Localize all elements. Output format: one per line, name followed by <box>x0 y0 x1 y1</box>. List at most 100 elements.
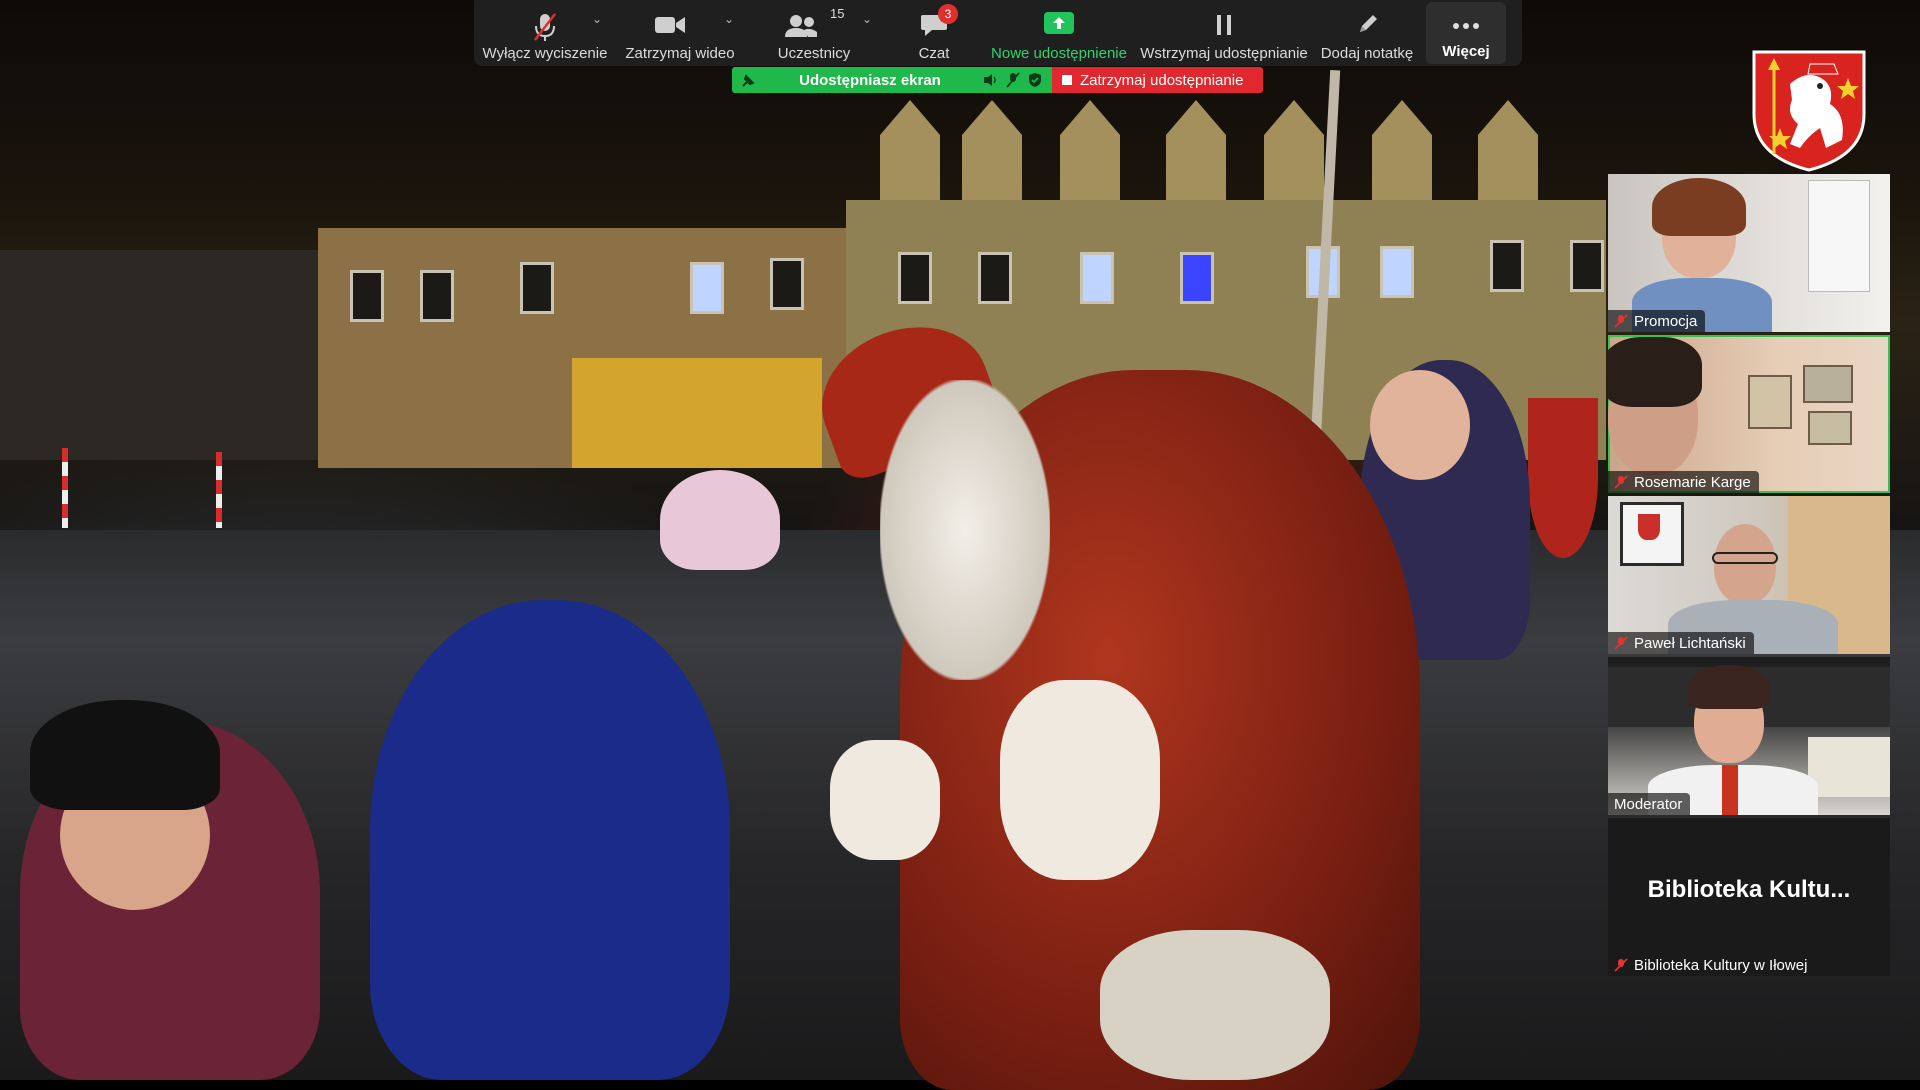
wall-picture <box>1748 375 1792 429</box>
window <box>350 270 384 322</box>
window <box>978 252 1012 304</box>
chat-unread-badge: 3 <box>938 4 958 24</box>
participant-caption: Paweł Lichtański <box>1608 632 1754 654</box>
microphone-muted-icon <box>1614 475 1628 489</box>
screen-share-status-bar[interactable]: Udostępniasz ekran <box>732 67 1052 93</box>
participant-gallery: Promocja Rosemarie Karge Paweł Lichtańsk… <box>1608 174 1892 979</box>
new-share-label: Nowe udostępnienie <box>991 45 1127 62</box>
more-button[interactable]: Więcej <box>1426 2 1506 64</box>
window <box>1080 252 1114 304</box>
participant-tile-moderator[interactable]: Moderator <box>1608 657 1890 815</box>
microphone-muted-icon <box>1614 636 1628 650</box>
santa-beard <box>880 380 1050 680</box>
striped-post <box>62 448 68 528</box>
window <box>1490 240 1524 292</box>
chevron-down-icon[interactable]: ⌄ <box>724 12 734 26</box>
video-camera-icon <box>655 17 685 33</box>
wall-picture <box>1803 365 1853 403</box>
shield-icon[interactable] <box>1028 72 1042 88</box>
window <box>420 270 454 322</box>
building-left <box>0 250 320 460</box>
participant-hair <box>1652 178 1746 236</box>
pause-icon <box>1217 15 1231 35</box>
speaker-icon[interactable] <box>982 72 998 88</box>
participant-caption: Biblioteka Kultury w Iłowej <box>1608 954 1815 976</box>
stop-video-label: Zatrzymaj wideo <box>625 45 735 62</box>
participants-count: 15 <box>830 6 845 21</box>
dormer <box>1372 100 1432 200</box>
child-blue-jacket <box>370 600 730 1080</box>
participant-tile-pawel-lichtanski[interactable]: Paweł Lichtański <box>1608 496 1890 654</box>
pause-share-button[interactable]: Wstrzymaj udostępnianie <box>1134 0 1314 66</box>
window <box>1180 252 1214 304</box>
santa-fur-cuff <box>830 740 940 860</box>
participants-label: Uczestnicy <box>777 45 851 62</box>
stop-share-button[interactable]: Zatrzymaj udostępnianie <box>1052 67 1263 93</box>
window <box>1570 240 1604 292</box>
participant-name: Rosemarie Karge <box>1634 473 1751 491</box>
background-palace <box>1808 737 1890 797</box>
child-pink-hat <box>660 470 780 570</box>
microphone-muted-icon <box>1614 958 1628 972</box>
participant-name: Moderator <box>1614 795 1683 813</box>
participant-face <box>1714 524 1776 604</box>
annotate-label: Dodaj notatkę <box>1320 45 1414 62</box>
more-dots-icon <box>1453 23 1479 29</box>
striped-post <box>216 452 222 528</box>
window <box>1380 246 1414 298</box>
participant-tile-rosemarie-karge[interactable]: Rosemarie Karge <box>1608 335 1890 493</box>
unmute-button[interactable]: ⌄ Wyłącz wyciszenie <box>474 0 616 66</box>
participant-name: Paweł Lichtański <box>1634 634 1746 652</box>
window <box>770 258 804 310</box>
chevron-down-icon[interactable]: ⌄ <box>862 12 872 26</box>
more-label: Więcej <box>1442 43 1490 60</box>
glasses <box>1712 552 1778 564</box>
meeting-toolbar: ⌄ Wyłącz wyciszenie ⌄ Zatrzymaj wideo 15… <box>474 0 1522 66</box>
window <box>520 262 554 314</box>
participant-hair <box>1608 337 1702 407</box>
bar-storefront <box>572 358 822 468</box>
microphone-muted-icon <box>1614 314 1628 328</box>
pause-share-label: Wstrzymaj udostępnianie <box>1140 45 1308 62</box>
stop-share-label: Zatrzymaj udostępnianie <box>1080 71 1244 89</box>
participant-hair <box>1688 665 1770 709</box>
share-arrow-icon <box>1044 12 1074 34</box>
stop-video-button[interactable]: ⌄ Zatrzymaj wideo <box>616 0 744 66</box>
window <box>898 252 932 304</box>
new-share-button[interactable]: Nowe udostępnienie <box>984 0 1134 66</box>
share-status-text: Udostępniasz ekran <box>799 71 941 89</box>
participant-display-name: Biblioteka Kultu... <box>1647 876 1851 903</box>
annotate-button[interactable]: Dodaj notatkę <box>1314 0 1420 66</box>
wall-calendar <box>1808 180 1870 292</box>
scarf <box>1722 765 1738 815</box>
participants-icon <box>785 15 817 37</box>
unmute-label: Wyłącz wyciszenie <box>482 45 608 62</box>
participant-caption: Promocja <box>1608 310 1706 332</box>
participant-caption: Moderator <box>1608 793 1691 815</box>
wall-picture <box>1808 411 1852 445</box>
town-banner <box>1528 398 1598 558</box>
chevron-down-icon[interactable]: ⌄ <box>592 12 602 26</box>
dormer <box>1060 100 1120 200</box>
participant-tile-promocja[interactable]: Promocja <box>1608 174 1890 332</box>
dormer <box>1478 100 1538 200</box>
santa-fur-cuff <box>1000 680 1160 880</box>
dormer <box>880 100 940 200</box>
chat-button[interactable]: 3 Czat <box>884 0 984 66</box>
pencil-icon <box>1360 15 1377 32</box>
child-hat <box>30 700 220 810</box>
microphone-muted-icon[interactable] <box>1006 72 1020 88</box>
gift-bag <box>1100 930 1330 1080</box>
share-pin-icon <box>742 74 755 87</box>
window <box>690 262 724 314</box>
participants-button[interactable]: 15 ⌄ Uczestnicy <box>744 0 884 66</box>
microphone-muted-icon <box>534 13 556 41</box>
participant-name: Biblioteka Kultury w Iłowej <box>1634 956 1808 974</box>
participant-caption: Rosemarie Karge <box>1608 471 1759 493</box>
participant-name: Promocja <box>1634 312 1698 330</box>
dormer <box>1264 100 1324 200</box>
woman-face <box>1370 370 1470 480</box>
participant-tile-biblioteka[interactable]: Biblioteka Kultu... Biblioteka Kultury w… <box>1608 818 1890 976</box>
eagle-emblem-icon <box>1638 514 1660 540</box>
dormer <box>1166 100 1226 200</box>
